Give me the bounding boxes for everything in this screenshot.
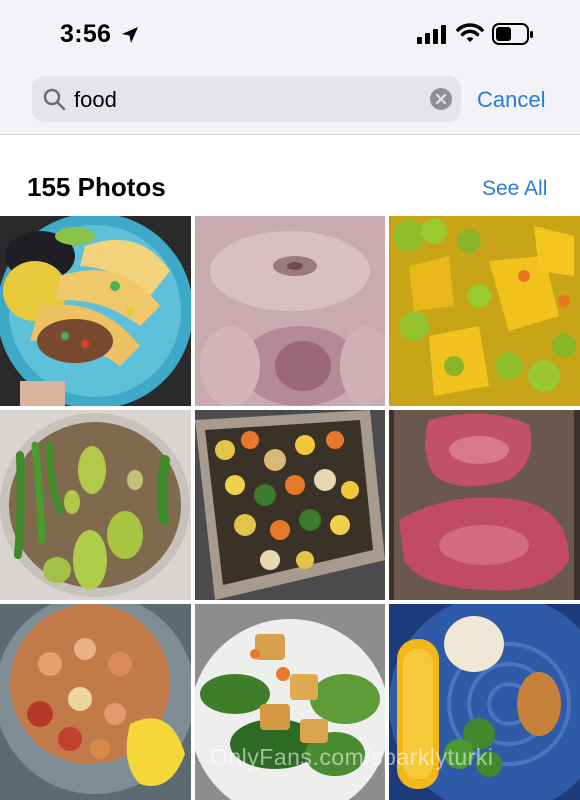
photo-thumbnail-raw-steaks[interactable]	[389, 410, 580, 600]
photo-thumbnail-salad[interactable]	[195, 604, 385, 800]
photo-thumbnail-peppers-soil[interactable]	[0, 410, 191, 600]
photo-thumbnail-pasta-shrimp[interactable]	[0, 604, 191, 800]
photo-grid	[0, 216, 580, 800]
search-query[interactable]: food	[74, 87, 117, 113]
clear-icon[interactable]	[430, 88, 452, 110]
search-input[interactable]: food	[32, 76, 461, 122]
photo-thumbnail-skin-close-up[interactable]	[195, 216, 385, 406]
battery-icon	[492, 22, 534, 46]
status-bar: 3:56	[0, 0, 580, 70]
photo-thumbnail-potatoes-broccoli[interactable]	[389, 216, 580, 406]
cancel-button[interactable]: Cancel	[477, 87, 545, 113]
photo-thumbnail-roasted-vegetables[interactable]	[195, 410, 385, 600]
wifi-icon	[456, 22, 484, 44]
cellular-signal-icon	[417, 24, 449, 44]
location-arrow-icon	[120, 25, 140, 45]
search-icon	[42, 87, 66, 111]
results-count-title: 155 Photos	[27, 172, 166, 202]
status-time: 3:56	[60, 20, 112, 48]
photo-thumbnail-tacos[interactable]	[0, 216, 191, 406]
see-all-link[interactable]: See All	[482, 177, 547, 201]
photo-thumbnail-corn-dinner[interactable]	[389, 604, 580, 800]
